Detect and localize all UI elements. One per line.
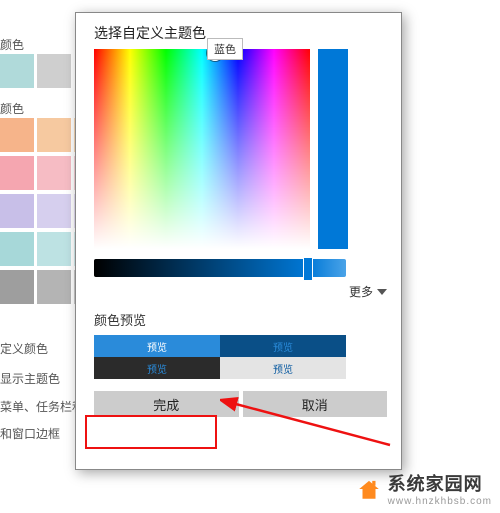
preview-cell-accent-on-dark: 预览 <box>94 357 220 379</box>
swatch[interactable] <box>37 118 71 152</box>
color-picker-dialog: 选择自定义主题色 更多 颜色预览 预览 预览 预览 预览 完成 取消 <box>75 12 402 470</box>
selected-color-preview-strip <box>318 49 348 249</box>
swatch[interactable] <box>37 156 71 190</box>
watermark-brand: 系统家园网 <box>388 470 492 496</box>
preview-section-label: 颜色预览 <box>94 310 387 329</box>
watermark-url: www.hnzkhbsb.com <box>388 496 492 507</box>
watermark: 系统家园网 www.hnzkhbsb.com <box>356 470 492 507</box>
cancel-button[interactable]: 取消 <box>243 391 388 417</box>
annotation-highlight <box>85 415 217 449</box>
saturation-value-field[interactable] <box>94 49 310 249</box>
chevron-down-icon <box>377 289 387 295</box>
bg-label-showtheme: 显示主题色 <box>0 370 60 387</box>
preview-cell-accent-on-light: 预览 <box>220 357 346 379</box>
swatch[interactable] <box>37 232 71 266</box>
done-button[interactable]: 完成 <box>94 391 239 417</box>
bg-label-taskbar: 菜单、任务栏和 <box>0 398 84 415</box>
bg-label-accent: 颜色 <box>0 100 24 117</box>
color-tooltip: 蓝色 <box>207 38 243 60</box>
swatch[interactable] <box>0 118 34 152</box>
value-slider[interactable] <box>94 259 346 277</box>
swatch[interactable] <box>0 54 34 88</box>
swatch[interactable] <box>0 156 34 190</box>
more-toggle[interactable]: 更多 <box>94 283 387 300</box>
preview-cell-light-on-accent: 预览 <box>94 335 220 357</box>
dialog-button-row: 完成 取消 <box>94 391 387 417</box>
swatch[interactable] <box>37 194 71 228</box>
swatch[interactable] <box>0 194 34 228</box>
value-slider-thumb[interactable] <box>303 257 313 281</box>
bg-label-titlebar: 和窗口边框 <box>0 425 60 442</box>
bg-label-custom: 定义颜色 <box>0 340 48 357</box>
swatch[interactable] <box>37 54 71 88</box>
bg-label-maincolor: 颜色 <box>0 36 24 53</box>
bg-swatch-row-1 <box>0 54 71 88</box>
swatch[interactable] <box>37 270 71 304</box>
preview-cell-accent-on-darkaccent: 预览 <box>220 335 346 357</box>
color-preview-grid: 预览 预览 预览 预览 <box>94 335 346 379</box>
more-label: 更多 <box>349 283 373 300</box>
watermark-logo-icon <box>356 476 382 502</box>
swatch[interactable] <box>0 232 34 266</box>
picker-row <box>94 49 387 249</box>
swatch[interactable] <box>0 270 34 304</box>
